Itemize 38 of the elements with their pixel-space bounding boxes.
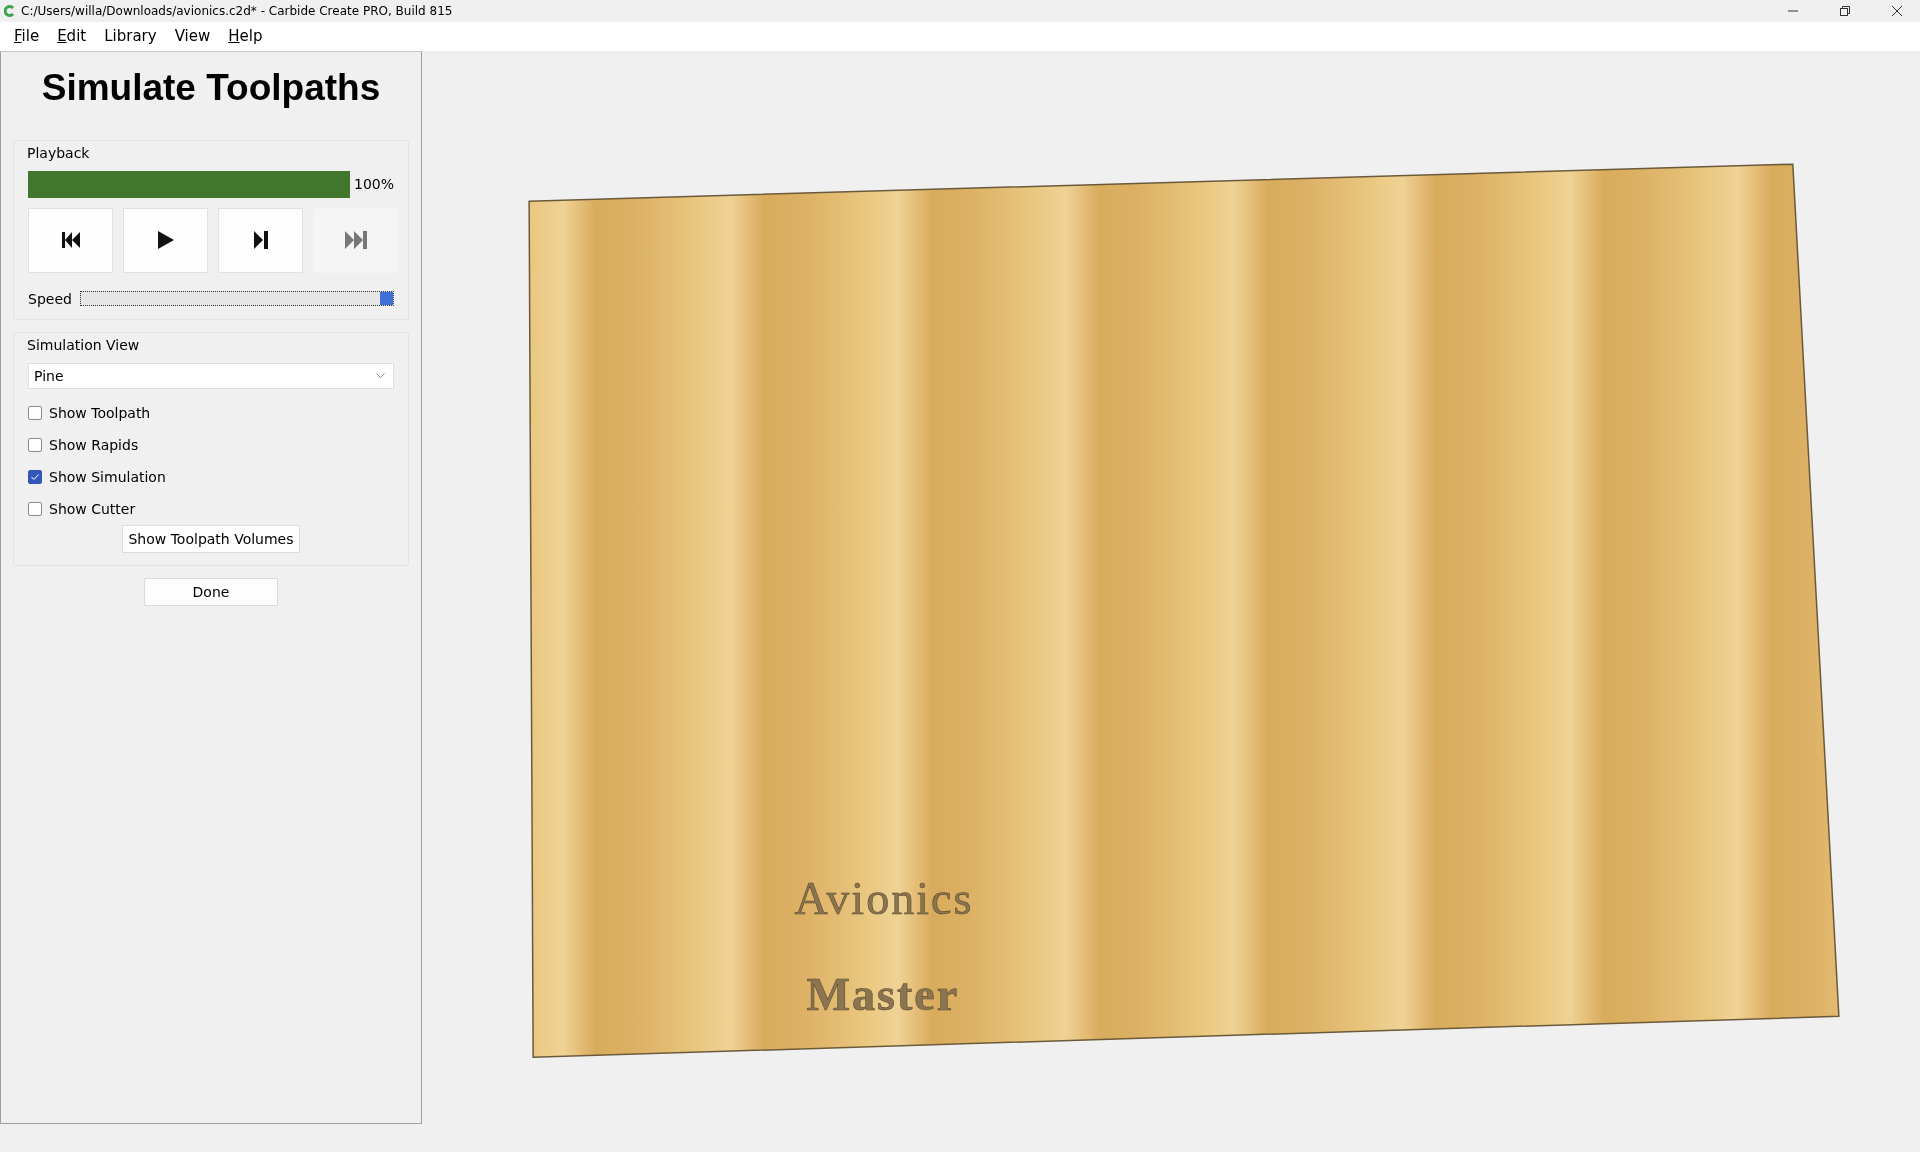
restore-icon: [1840, 6, 1850, 16]
checkbox[interactable]: [28, 501, 42, 516]
menu-item[interactable]: Help: [220, 25, 271, 48]
app-logo-icon: [4, 5, 15, 17]
menu-item[interactable]: Library: [96, 25, 165, 48]
material-dropdown[interactable]: Pine: [28, 362, 394, 389]
checkbox[interactable]: [28, 437, 42, 452]
panel-title: Simulate Toolpaths: [40, 65, 382, 110]
menu-item[interactable]: File: [6, 25, 48, 48]
speed-slider[interactable]: [79, 291, 394, 307]
group-label: Simulation View: [27, 336, 141, 353]
transport-button[interactable]: [28, 207, 113, 273]
checkbox[interactable]: [28, 405, 42, 420]
group-label: Playback: [27, 144, 91, 161]
checkbox-label: Show Toolpath: [49, 404, 151, 421]
engraved-text: Master: [806, 968, 960, 1020]
toolpath-volumes-button[interactable]: Show Toolpath Volumes: [122, 524, 300, 553]
transport-button[interactable]: [123, 207, 208, 273]
close-icon: [1892, 6, 1902, 16]
checkbox-label: Show Simulation: [49, 468, 166, 485]
checkmark-icon: [31, 473, 39, 480]
checkbox[interactable]: [28, 469, 42, 484]
slider-thumb[interactable]: [380, 292, 393, 306]
window-title: C:/Users/willa/Downloads/avionics.c2d* - Carbide Create PRO, Build 815: [21, 4, 454, 18]
checkbox-label: Show Cutter: [49, 500, 136, 517]
skip-forward-icon: [344, 231, 367, 250]
progress-reading: 100%: [353, 176, 394, 193]
done-button[interactable]: Done: [143, 577, 279, 606]
engraved-text: Avionics: [794, 872, 974, 924]
play-icon: [157, 231, 174, 250]
chevron-down-icon: [376, 373, 385, 379]
checkbox-label: Show Rapids: [49, 436, 139, 453]
skip-back-icon: [61, 232, 80, 249]
transport-button[interactable]: [218, 207, 303, 273]
menu-item[interactable]: Edit: [49, 25, 95, 48]
menu-item[interactable]: View: [166, 25, 219, 48]
speed-label: Speed: [28, 290, 72, 307]
step-forward-icon: [253, 231, 268, 250]
